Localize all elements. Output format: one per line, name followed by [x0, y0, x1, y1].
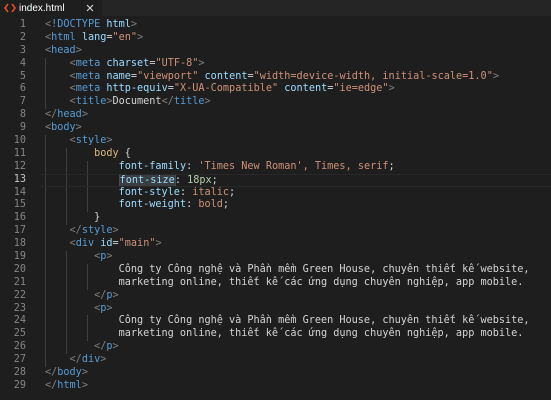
line-text: <html lang="en">	[45, 31, 144, 43]
code-line[interactable]: 13 font-size: 18px;	[0, 173, 551, 187]
code-line[interactable]: 7 <title>Document</title>	[0, 96, 551, 110]
code-line[interactable]: 25 marketing online, thiết kế các ứng dụ…	[0, 328, 551, 342]
line-number: 25	[13, 328, 26, 340]
line-text: <meta name="viewport" content="width=dev…	[69, 70, 499, 82]
line-number: 28	[13, 367, 26, 379]
line-number: 27	[13, 354, 26, 366]
line-number: 18	[13, 238, 26, 250]
code-area[interactable]: 1 <!DOCTYPE html> 2 <html lang="en"> 3 <head>…	[0, 19, 551, 393]
line-text: font-style: italic;	[118, 186, 236, 198]
code-line[interactable]: 4 <meta charset="UTF-8">	[0, 57, 551, 71]
line-number: 21	[13, 276, 26, 288]
line-number: 22	[13, 289, 26, 301]
code-line[interactable]: 26 </p>	[0, 341, 551, 355]
code-line[interactable]: 22 </p>	[0, 289, 551, 303]
code-line[interactable]: 24 Công ty Công nghệ và Phần mềm Green H…	[0, 315, 551, 329]
line-text: font-weight: bold;	[118, 199, 230, 211]
line-text: </head>	[45, 109, 88, 121]
line-number: 3	[19, 44, 26, 56]
code-line[interactable]: 12 font-family: 'Times New Roman', Times…	[0, 160, 551, 174]
line-text: </p>	[94, 341, 119, 353]
line-number: 10	[13, 135, 26, 147]
line-text: font-family: 'Times New Roman', Times, s…	[118, 160, 395, 172]
line-text: <meta charset="UTF-8">	[69, 57, 205, 69]
line-number: 29	[13, 379, 26, 391]
code-line[interactable]: 2 <html lang="en">	[0, 32, 551, 45]
line-number: 5	[19, 70, 26, 82]
line-text: <!DOCTYPE html>	[45, 19, 138, 30]
line-number: 7	[19, 96, 26, 108]
code-line[interactable]: 15 font-weight: bold;	[0, 199, 551, 213]
tab-index-html[interactable]: index.html	[0, 0, 102, 16]
line-number: 8	[19, 109, 26, 121]
line-number: 16	[13, 212, 26, 224]
line-number: 6	[19, 83, 26, 95]
code-line[interactable]: 17 </style>	[0, 225, 551, 239]
code-line[interactable]: 8 </head>	[0, 109, 551, 122]
line-number: 1	[19, 19, 26, 30]
line-text: <meta http-equiv="X-UA-Compatible" conte…	[69, 83, 395, 95]
line-number: 17	[13, 225, 26, 237]
code-line[interactable]: 18 <div id="main">	[0, 238, 551, 252]
code-line[interactable]: 23 <p>	[0, 302, 551, 316]
code-line[interactable]: 16 }	[0, 212, 551, 226]
code-line[interactable]: 6 <meta http-equiv="X-UA-Compatible" con…	[0, 83, 551, 97]
line-number: 2	[19, 31, 26, 43]
tab-bar: index.html	[0, 0, 551, 16]
code-line[interactable]: 27 </div>	[0, 354, 551, 368]
line-number: 19	[13, 251, 26, 263]
code-line[interactable]: 1 <!DOCTYPE html>	[0, 19, 551, 32]
line-text: </body>	[45, 367, 88, 379]
code-icon	[4, 2, 16, 14]
line-number: 9	[19, 122, 26, 134]
close-icon[interactable]	[84, 2, 96, 14]
line-number: 24	[13, 315, 26, 327]
code-line[interactable]: 3 <head>	[0, 45, 551, 58]
tab-label: index.html	[19, 2, 65, 14]
line-number: 26	[13, 341, 26, 353]
line-text: <div id="main">	[69, 238, 162, 250]
line-text: marketing online, thiết kế các ứng dụng …	[45, 276, 524, 288]
line-text: <title>Document</title>	[69, 96, 211, 108]
code-line[interactable]: 14 font-style: italic;	[0, 186, 551, 200]
code-editor: index.html 1 <!DOCTYPE html> 2 <html lang="…	[0, 0, 551, 400]
code-line[interactable]: 11 body {	[0, 147, 551, 161]
line-text: </style>	[69, 225, 119, 237]
line-text: <body>	[45, 122, 82, 134]
line-number: 15	[13, 199, 26, 211]
code-line[interactable]: 9 <body>	[0, 122, 551, 135]
code-line[interactable]: 28 </body>	[0, 367, 551, 380]
line-text: <p>	[94, 251, 113, 263]
code-line[interactable]: 20 Công ty Công nghệ và Phần mềm Green H…	[0, 263, 551, 277]
code-line[interactable]: 10 <style>	[0, 135, 551, 148]
line-text: </div>	[69, 354, 107, 366]
line-text: <head>	[45, 44, 82, 56]
line-number: 23	[13, 302, 26, 314]
code-line[interactable]: 19 <p>	[0, 251, 551, 264]
line-text: </html>	[45, 379, 88, 391]
line-number: 12	[13, 160, 26, 172]
line-text: marketing online, thiết kế các ứng dụng …	[45, 328, 524, 340]
line-text: <p>	[94, 302, 113, 314]
code-line[interactable]: 21 marketing online, thiết kế các ứng dụ…	[0, 276, 551, 290]
line-text: </p>	[94, 289, 119, 301]
line-text: Công ty Công nghệ và Phần mềm Green Hous…	[45, 315, 530, 327]
line-text: body {	[94, 147, 131, 159]
line-number: 11	[13, 147, 26, 159]
line-text: Công ty Công nghệ và Phần mềm Green Hous…	[45, 263, 530, 275]
code-line[interactable]: 29 </html>	[0, 380, 551, 393]
line-number: 20	[13, 263, 26, 275]
line-number: 14	[13, 186, 26, 198]
line-number: 4	[19, 57, 26, 69]
line-text: }	[94, 212, 101, 224]
line-text: font-size: 18px;	[118, 173, 218, 187]
code-line[interactable]: 5 <meta name="viewport" content="width=d…	[0, 70, 551, 84]
line-number: 13	[13, 173, 26, 185]
line-text: <style>	[69, 135, 113, 147]
